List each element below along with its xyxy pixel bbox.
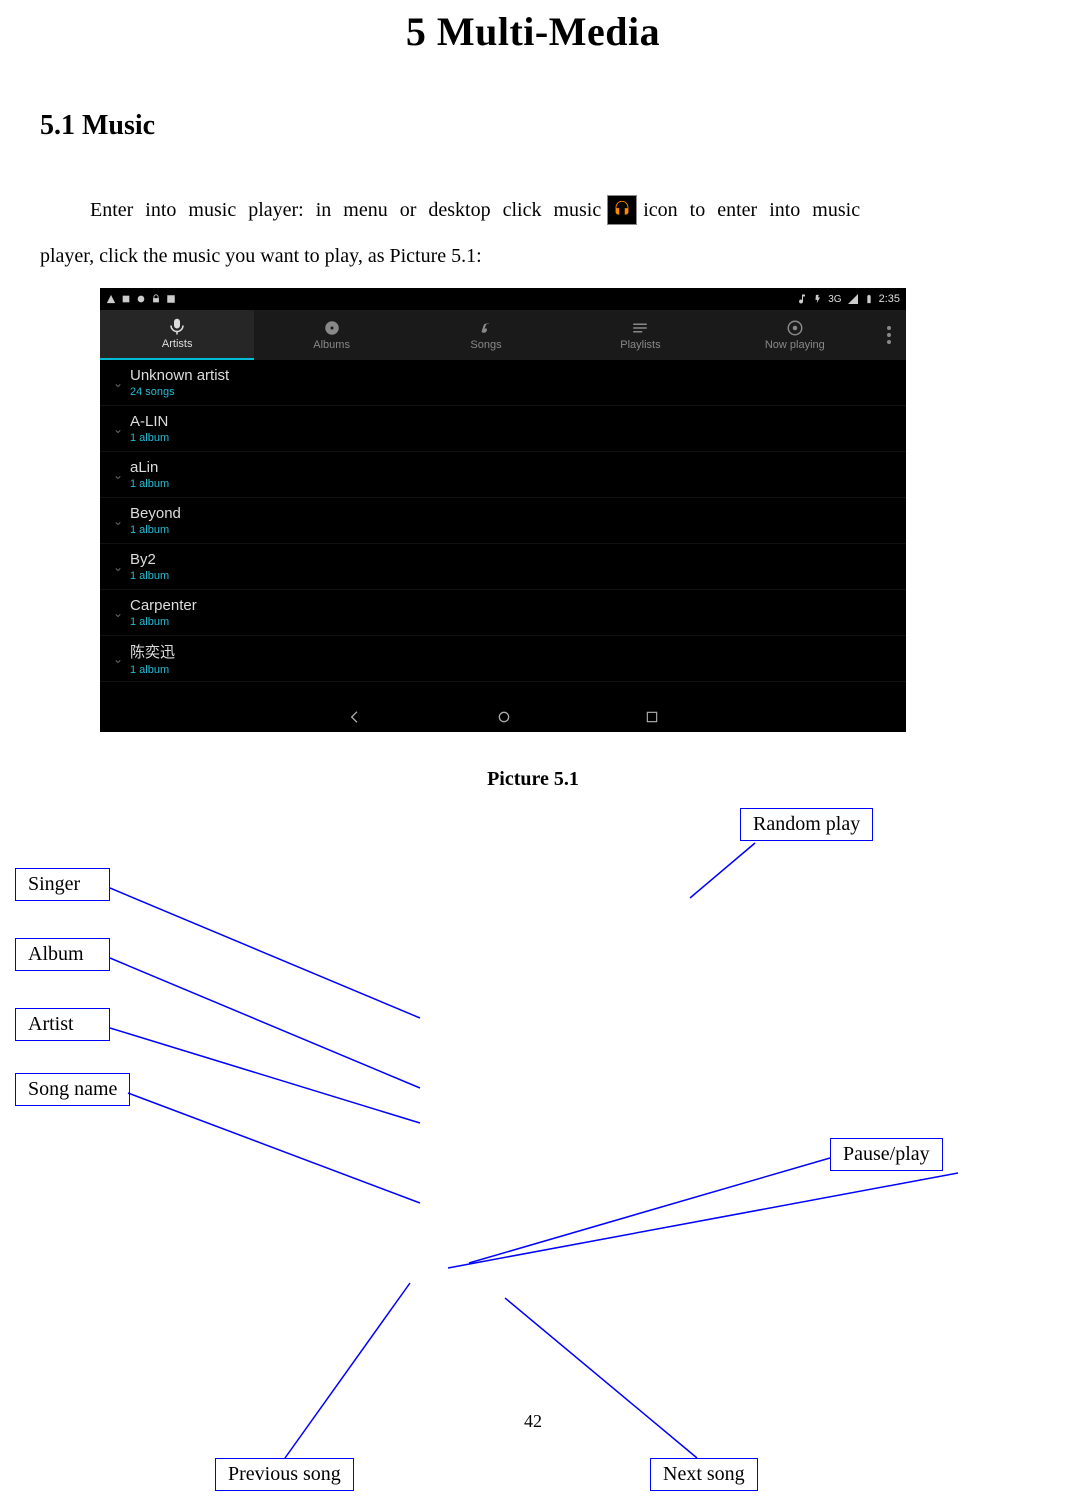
page-number: 42	[0, 1411, 1066, 1432]
callout-lines	[0, 8, 1066, 1502]
